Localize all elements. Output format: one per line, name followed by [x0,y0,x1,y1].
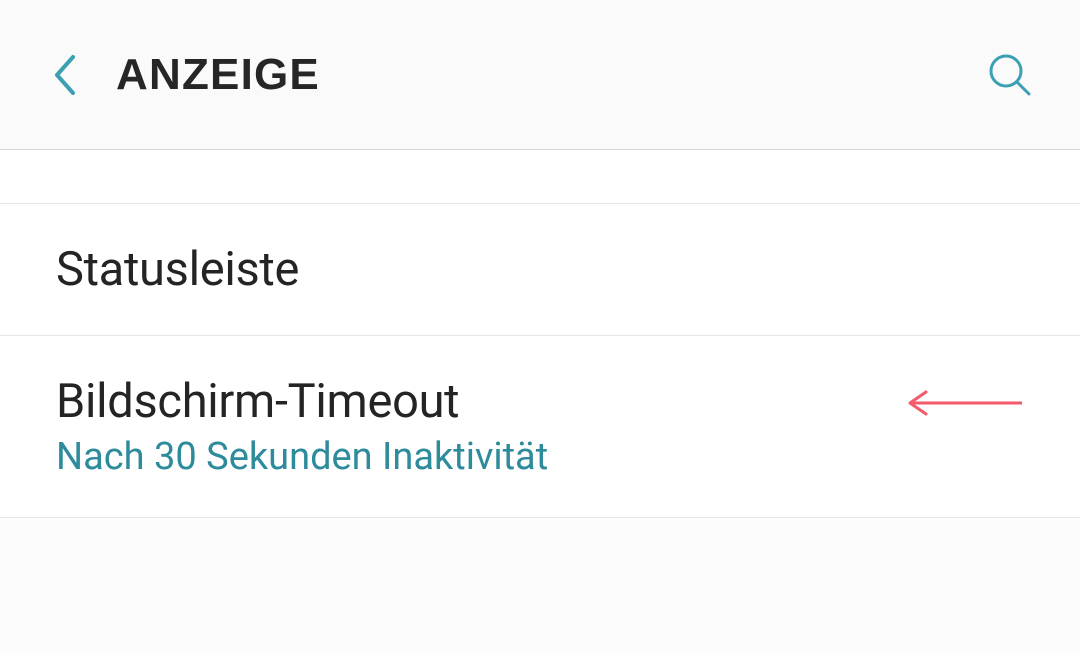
list-item-screen-timeout[interactable]: Bildschirm-Timeout Nach 30 Sekunden Inak… [0,336,1080,518]
list-item-label: Statusleiste [56,242,1024,297]
arrow-left-icon [904,388,1024,418]
list-item-partial[interactable] [0,150,1080,204]
back-button[interactable] [40,51,88,99]
list-item-label: Bildschirm-Timeout [56,374,548,429]
annotation-arrow [904,388,1024,422]
chevron-left-icon [51,53,77,97]
list-item-subtitle: Nach 30 Sekunden Inaktivität [56,435,548,479]
list-item-statusbar[interactable]: Statusleiste [0,204,1080,336]
search-button[interactable] [980,45,1040,105]
settings-list: Statusleiste Bildschirm-Timeout Nach 30 … [0,150,1080,518]
search-icon [985,50,1035,100]
page-title: ANZEIGE [116,50,980,100]
header: ANZEIGE [0,0,1080,150]
